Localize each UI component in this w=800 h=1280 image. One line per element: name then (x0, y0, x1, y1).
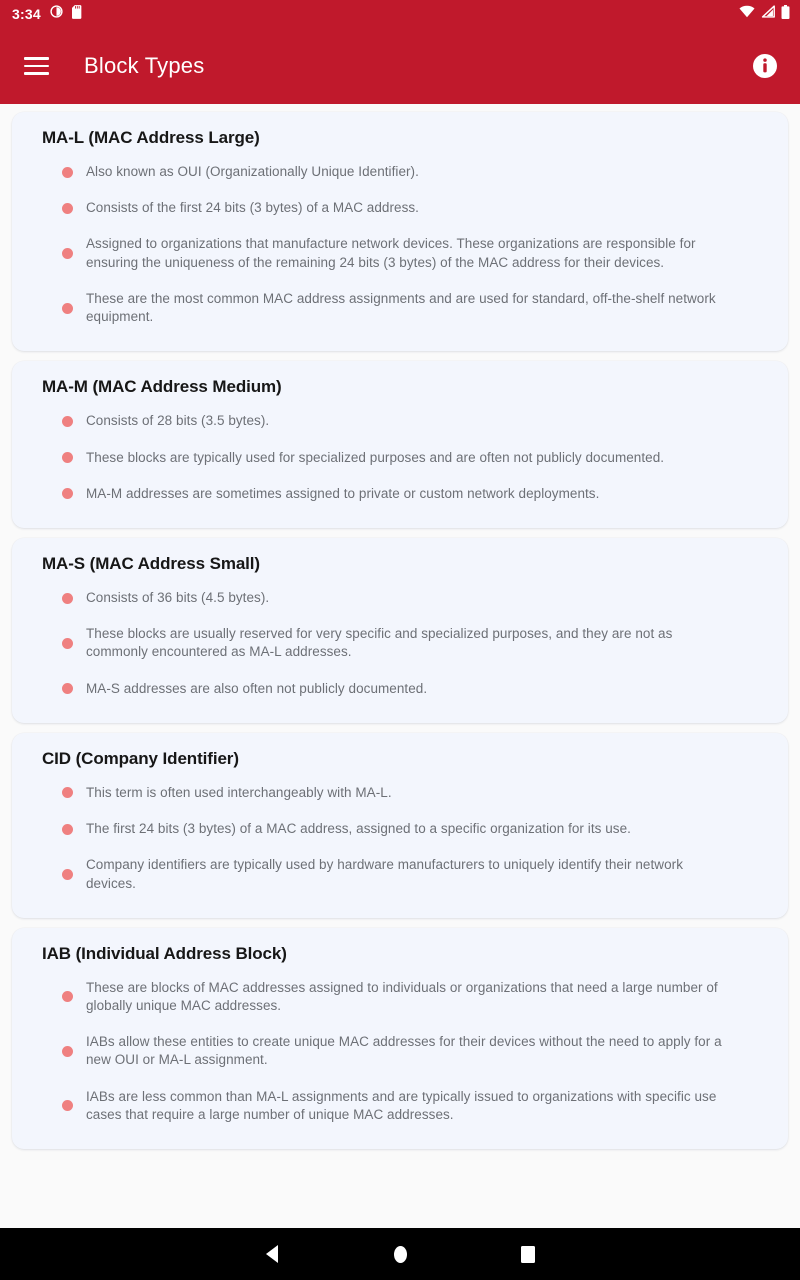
nav-home-button[interactable] (336, 1228, 464, 1280)
bullet-text: MA-M addresses are sometimes assigned to… (86, 485, 600, 501)
bullet-text: The first 24 bits (3 bytes) of a MAC add… (86, 821, 631, 837)
list-item: Assigned to organizations that manufactu… (28, 226, 772, 280)
bullet-text: MA-S addresses are also often not public… (86, 680, 428, 696)
status-bar-right (739, 4, 790, 24)
bullet-dot-icon (62, 787, 73, 799)
card-title: MA-L (MAC Address Large) (42, 128, 260, 147)
list-item: IABs allow these entities to create uniq… (28, 1024, 772, 1078)
bullet-dot-icon (62, 166, 73, 178)
bullet-dot-icon (62, 991, 73, 1003)
bullet-text: IABs are less common than MA-L assignmen… (86, 1088, 717, 1122)
list-item: Company identifiers are typically used b… (28, 847, 772, 901)
block-type-card: IAB (Individual Address Block) These are … (12, 927, 788, 1150)
sd-card-icon (71, 4, 83, 24)
bullet-text: IABs allow these entities to create uniq… (86, 1034, 722, 1068)
block-type-card: CID (Company Identifier) This term is oft… (12, 732, 788, 918)
nav-back-button[interactable] (208, 1228, 336, 1280)
block-type-card: MA-S (MAC Address Small) Consists of 36 b… (12, 537, 788, 723)
bullet-dot-icon (62, 683, 73, 695)
bullet-dot-icon (62, 869, 73, 880)
list-item: This term is often used interchangeably … (28, 775, 772, 811)
cellular-signal-icon (761, 5, 775, 23)
list-item: MA-M addresses are sometimes assigned to… (28, 476, 772, 512)
do-not-disturb-icon (50, 5, 63, 23)
hamburger-menu-icon[interactable] (16, 46, 56, 86)
bullet-dot-icon (62, 202, 73, 214)
bullet-text: Assigned to organizations that manufactu… (86, 236, 696, 270)
card-title: MA-M (MAC Address Medium) (42, 377, 282, 397)
list-item: The first 24 bits (3 bytes) of a MAC add… (28, 811, 772, 847)
status-bar: 3:34 (0, 0, 800, 28)
card-title: CID (Company Identifier) (42, 748, 239, 768)
page-title: Block Types (84, 53, 205, 78)
bullet-text: Consists of 28 bits (3.5 bytes). (86, 413, 270, 429)
app-window: 3:34 Block Types MA-L (MAC Address Large… (0, 0, 800, 1280)
list-item: Also known as OUI (Organizationally Uniq… (28, 154, 772, 190)
bullet-list: This term is often used interchangeably … (28, 775, 772, 902)
bullet-text: These are blocks of MAC addresses assign… (86, 979, 718, 1013)
bullet-text: These are the most common MAC address as… (86, 290, 716, 325)
card-title: MA-S (MAC Address Small) (42, 553, 260, 573)
bullet-list: Also known as OUI (Organizationally Uniq… (28, 154, 772, 335)
wifi-icon (739, 5, 755, 23)
list-item: These blocks are usually reserved for ve… (28, 616, 772, 670)
list-item: These are the most common MAC address as… (28, 281, 772, 335)
bullet-dot-icon (62, 592, 73, 604)
bullet-dot-icon (62, 1045, 73, 1057)
list-item: Consists of 36 bits (4.5 bytes). (28, 580, 772, 616)
recents-square-icon (521, 1245, 535, 1263)
nav-recents-button[interactable] (464, 1228, 592, 1280)
home-circle-icon (393, 1245, 407, 1263)
android-navigation-bar (0, 1228, 800, 1280)
bullet-dot-icon (62, 1100, 73, 1112)
battery-icon (781, 4, 790, 24)
bullet-text: These blocks are usually reserved for ve… (86, 626, 673, 660)
bullet-text: Also known as OUI (Organizationally Uniq… (86, 164, 419, 179)
bullet-dot-icon (62, 415, 73, 427)
bullet-text: These blocks are typically used for spec… (86, 449, 665, 465)
info-icon[interactable] (748, 49, 782, 83)
bullet-dot-icon (62, 488, 73, 500)
list-item: Consists of 28 bits (3.5 bytes). (28, 403, 772, 439)
list-item: These are blocks of MAC addresses assign… (28, 970, 772, 1024)
block-type-card: MA-L (MAC Address Large) Also known as OU… (12, 112, 788, 352)
bullet-text: Company identifiers are typically used b… (86, 857, 683, 891)
bullet-dot-icon (62, 248, 73, 260)
bullet-text: Consists of 36 bits (4.5 bytes). (86, 589, 270, 605)
bullet-list: Consists of 36 bits (4.5 bytes). These bl… (28, 580, 772, 707)
status-bar-left: 3:34 (12, 4, 83, 24)
block-type-card: MA-M (MAC Address Medium) Consists of 28 … (12, 361, 788, 528)
list-item: IABs are less common than MA-L assignmen… (28, 1079, 772, 1133)
status-clock: 3:34 (12, 6, 41, 22)
bullet-dot-icon (62, 637, 73, 649)
bullet-list: Consists of 28 bits (3.5 bytes). These bl… (28, 403, 772, 512)
bullet-list: These are blocks of MAC addresses assign… (28, 970, 772, 1133)
bullet-dot-icon (62, 823, 73, 835)
block-types-list[interactable]: MA-L (MAC Address Large) Also known as OU… (0, 104, 800, 1228)
list-item: Consists of the first 24 bits (3 bytes) … (28, 190, 772, 226)
card-title: IAB (Individual Address Block) (42, 943, 287, 963)
back-triangle-icon (266, 1245, 278, 1263)
app-bar: Block Types (0, 28, 800, 104)
bullet-dot-icon (62, 302, 73, 314)
list-item: These blocks are typically used for spec… (28, 440, 772, 476)
bullet-dot-icon (62, 452, 73, 464)
bullet-text: This term is often used interchangeably … (86, 784, 392, 800)
list-item: MA-S addresses are also often not public… (28, 671, 772, 707)
bullet-text: Consists of the first 24 bits (3 bytes) … (86, 200, 419, 216)
